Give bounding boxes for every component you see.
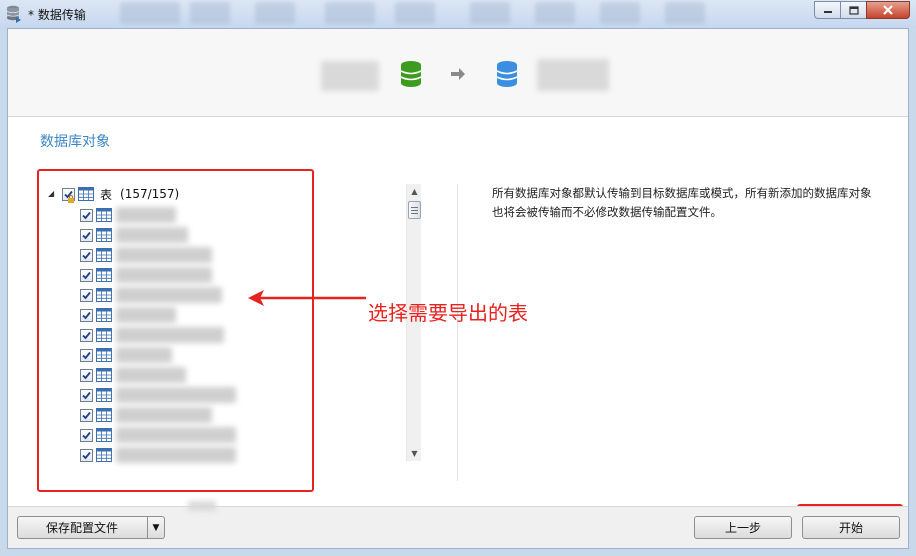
blurred-background: [665, 2, 705, 24]
scroll-down-icon[interactable]: ▼: [407, 446, 422, 461]
title-bar: * 数据传输: [0, 0, 916, 28]
start-button[interactable]: 开始: [802, 516, 900, 539]
panel-divider: [457, 184, 458, 481]
save-config-button[interactable]: 保存配置文件 ▼: [17, 516, 165, 539]
window-controls: [814, 1, 910, 19]
window-title: * 数据传输: [28, 8, 86, 22]
scroll-up-icon[interactable]: ▲: [407, 184, 422, 199]
minimize-icon: [823, 11, 832, 13]
arrow-right-icon: [451, 68, 465, 80]
save-config-label: 保存配置文件: [46, 521, 119, 535]
blurred-area: [188, 501, 216, 511]
source-database-icon: [400, 61, 422, 87]
annotation-text: 选择需要导出的表: [368, 301, 528, 325]
close-button[interactable]: [866, 1, 910, 19]
description-text: 所有数据库对象都默认传输到目标数据库或模式，所有新添加的数据库对象也将会被传输而…: [492, 186, 872, 219]
dialog-footer: 保存配置文件 ▼ 上一步 开始: [8, 501, 908, 548]
section-title: 数据库对象: [40, 134, 110, 150]
blurred-background: [190, 2, 230, 24]
target-database-icon: [496, 61, 518, 87]
blurred-background: [535, 2, 575, 24]
annotation-highlight-tree: [37, 169, 314, 492]
start-label: 开始: [838, 521, 863, 535]
minimize-button[interactable]: [814, 1, 840, 19]
dialog-client-area: 数据库对象 ◢ 表 (157/157) ▲ ▼ 所有数据库对象都默认传输到目标数…: [7, 28, 909, 549]
maximize-button[interactable]: [840, 1, 866, 19]
blurred-background: [395, 2, 435, 24]
blurred-background: [600, 2, 640, 24]
blurred-background: [470, 2, 510, 24]
app-database-icon: [6, 5, 21, 23]
source-connection-name: [321, 61, 379, 91]
scroll-thumb[interactable]: [408, 201, 421, 219]
previous-button[interactable]: 上一步: [694, 516, 792, 539]
transfer-header: [8, 29, 908, 117]
annotation-arrow-icon: [248, 290, 366, 306]
blurred-background: [325, 2, 375, 24]
close-icon: [883, 5, 893, 15]
target-connection-name: [537, 59, 609, 91]
maximize-icon: [848, 5, 859, 15]
blurred-background: [255, 2, 295, 24]
dropdown-arrow-icon[interactable]: ▼: [147, 517, 164, 538]
previous-label: 上一步: [724, 521, 761, 535]
blurred-background: [120, 2, 180, 24]
